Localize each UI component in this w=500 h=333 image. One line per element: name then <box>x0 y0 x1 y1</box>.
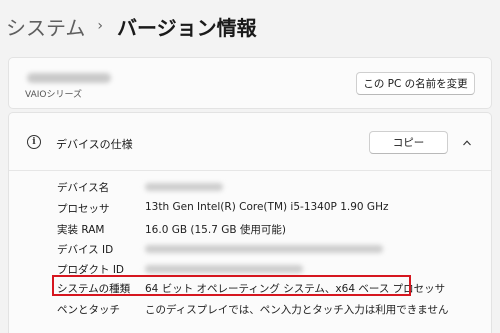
page-title: バージョン情報 <box>117 15 257 40</box>
spec-label: ペンとタッチ <box>57 304 120 316</box>
chevron-right-icon: › <box>97 18 104 34</box>
device-name-card: VAIOシリーズ この PC の名前を変更 <box>8 57 492 109</box>
spec-label: プロセッサ <box>57 203 110 215</box>
system-type-highlight-box <box>52 275 411 296</box>
device-id-value-blurred <box>145 245 383 253</box>
rename-pc-button[interactable]: この PC の名前を変更 <box>356 72 475 95</box>
product-id-value-blurred <box>145 265 303 273</box>
spec-label: デバイス ID <box>57 244 114 256</box>
device-name-blurred <box>27 73 111 83</box>
copy-button[interactable]: コピー <box>369 131 448 154</box>
device-specifications-title: デバイスの仕様 <box>56 138 133 151</box>
chevron-up-icon[interactable] <box>463 139 471 147</box>
spec-row-pen-touch: ペンとタッチ このディスプレイでは、ペン入力とタッチ入力は利用できません <box>57 300 487 318</box>
spec-value: 16.0 GB (15.7 GB 使用可能) <box>145 224 286 236</box>
spec-row-ram: 実装 RAM 16.0 GB (15.7 GB 使用可能) <box>57 220 487 238</box>
spec-value: このディスプレイでは、ペン入力とタッチ入力は利用できません <box>145 304 449 316</box>
spec-row-device-name: デバイス名 <box>57 178 487 196</box>
device-model: VAIOシリーズ <box>25 90 83 100</box>
device-name-value-blurred <box>145 183 223 191</box>
spec-value: 13th Gen Intel(R) Core(TM) i5-1340P 1.90… <box>145 201 389 213</box>
spec-row-processor: プロセッサ 13th Gen Intel(R) Core(TM) i5-1340… <box>57 199 487 217</box>
breadcrumb-system-link[interactable]: システム <box>6 12 85 41</box>
info-icon: i <box>27 135 41 149</box>
spec-label: デバイス名 <box>57 182 110 194</box>
divider <box>9 170 491 171</box>
device-specifications-card: i デバイスの仕様 コピー デバイス名 プロセッサ 13th Gen Intel… <box>8 112 492 333</box>
breadcrumb: システム › バージョン情報 <box>6 12 257 40</box>
spec-label: 実装 RAM <box>57 224 105 236</box>
spec-row-device-id: デバイス ID <box>57 240 487 258</box>
